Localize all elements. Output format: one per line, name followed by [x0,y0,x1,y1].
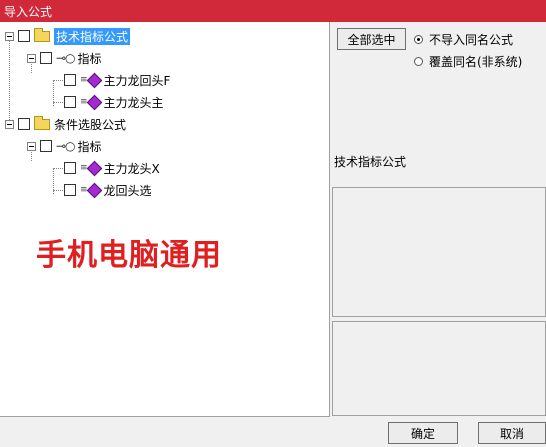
formula-tree[interactable]: 技术指标公式 ⊸○ 指标 ≡ 主力龙回头F ≡ 主力龙头主 条件选股公式 ⊸○ … [0,22,330,417]
checkbox[interactable] [18,118,30,130]
tree-node-indicator-2[interactable]: ⊸○ 指标 [27,137,102,155]
tree-node-screening-formulas[interactable]: 条件选股公式 [5,115,126,133]
window-title: 导入公式 [4,5,53,19]
formula-icon: ≡ [80,72,102,88]
tree-node-label: 条件选股公式 [54,117,127,132]
tree-node-label: 指标 [77,139,102,154]
formula-icon: ≡ [80,94,102,110]
collapse-toggle[interactable] [5,119,14,129]
formula-icon: ≡ [80,182,102,198]
radio-overwrite[interactable]: 覆盖同名(非系统) [414,53,522,70]
tree-node-label: 主力龙头X [103,161,160,176]
checkbox[interactable] [64,162,76,174]
folder-icon [34,27,50,42]
tree-node-label: 指标 [77,51,102,66]
radio-selected-icon [414,35,423,44]
tree-node-formula[interactable]: ≡ 主力龙头X [64,159,160,177]
key-icon: ⊸○ [56,139,76,153]
tree-node-formula[interactable]: ≡ 主力龙回头F [64,71,170,89]
tree-node-label: 主力龙头主 [103,95,164,110]
checkbox[interactable] [64,184,76,196]
tree-node-indicator-1[interactable]: ⊸○ 指标 [27,49,102,67]
collapse-toggle[interactable] [27,141,36,151]
title-bar: 导入公式 [0,0,546,22]
collapse-toggle[interactable] [5,31,14,41]
radio-empty-icon [414,57,423,66]
select-all-button[interactable]: 全部选中 [337,28,406,50]
preview-panel [332,187,546,317]
collapse-toggle[interactable] [27,53,36,63]
radio-no-import[interactable]: 不导入同名公式 [414,31,513,48]
radio-label: 覆盖同名(非系统) [429,55,523,69]
folder-icon [34,115,50,130]
description-panel [332,321,546,416]
tree-node-label: 技术指标公式 [54,27,131,45]
checkbox[interactable] [18,30,30,42]
checkbox[interactable] [40,52,52,64]
checkbox[interactable] [64,96,76,108]
tree-node-label: 龙回头选 [103,183,152,198]
key-icon: ⊸○ [56,51,76,65]
watermark-text: 手机电脑通用 [36,238,222,273]
cancel-button[interactable]: 取消 [478,422,546,444]
radio-label: 不导入同名公式 [429,33,514,47]
tree-node-technical-formulas[interactable]: 技术指标公式 [5,27,131,45]
ok-button[interactable]: 确定 [388,422,458,444]
checkbox[interactable] [64,74,76,86]
tree-node-formula[interactable]: ≡ 龙回头选 [64,181,152,199]
checkbox[interactable] [40,140,52,152]
tree-node-formula[interactable]: ≡ 主力龙头主 [64,93,164,111]
formula-icon: ≡ [80,160,102,176]
tree-node-label: 主力龙回头F [103,73,171,88]
preview-label: 技术指标公式 [334,155,407,169]
